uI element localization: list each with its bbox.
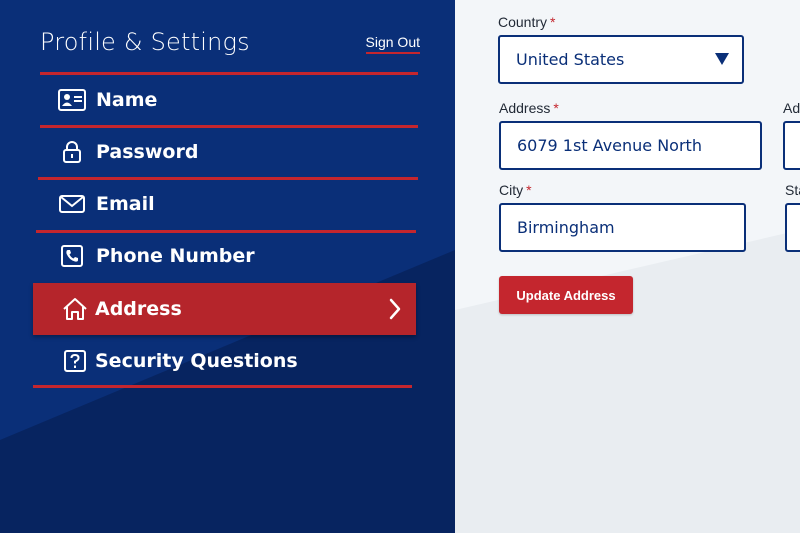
- sidebar-item-password[interactable]: Password: [40, 125, 420, 178]
- menu-divider: [40, 125, 418, 128]
- sidebar-item-email[interactable]: Email: [38, 177, 420, 230]
- sidebar-item-label: Password: [96, 141, 199, 163]
- menu-divider: [38, 177, 418, 180]
- city-label-text: City: [499, 182, 524, 198]
- sign-out-link[interactable]: Sign Out: [365, 34, 420, 54]
- city-label: City *: [499, 182, 532, 198]
- sidebar-item-security-questions[interactable]: Security Questions: [33, 335, 413, 388]
- chevron-right-icon: [389, 298, 401, 320]
- city-input[interactable]: Birmingham: [499, 203, 746, 252]
- address-line-2-input[interactable]: [783, 121, 800, 170]
- address-value: 6079 1st Avenue North: [517, 136, 702, 155]
- page-title: Profile & Settings: [40, 28, 250, 56]
- country-select[interactable]: United States: [498, 35, 744, 84]
- menu-divider: [33, 385, 412, 388]
- address-line-2-label: Add: [783, 100, 800, 116]
- sidebar-item-label: Security Questions: [95, 350, 298, 372]
- question-icon: [61, 347, 89, 375]
- address-form: Country * United States Address * 6079 1st…: [455, 0, 800, 533]
- menu-divider: [40, 72, 418, 75]
- dropdown-triangle-icon: [715, 53, 729, 65]
- state-select[interactable]: [785, 203, 800, 252]
- sidebar-item-label: Name: [96, 89, 158, 111]
- sidebar-item-address[interactable]: Address: [33, 283, 416, 335]
- required-mark: *: [553, 100, 559, 116]
- required-mark: *: [526, 182, 532, 198]
- sidebar: Profile & Settings Sign Out Name Passwor…: [0, 0, 455, 533]
- address-input[interactable]: 6079 1st Avenue North: [499, 121, 762, 170]
- sidebar-item-label: Phone Number: [96, 245, 255, 267]
- sidebar-item-label: Email: [96, 193, 155, 215]
- city-value: Birmingham: [517, 218, 615, 237]
- sidebar-item-phone-number[interactable]: Phone Number: [36, 230, 418, 282]
- country-label: Country *: [498, 14, 555, 30]
- home-icon: [61, 295, 89, 323]
- required-mark: *: [550, 14, 556, 30]
- lock-icon: [58, 138, 86, 166]
- phone-icon: [58, 242, 86, 270]
- country-label-text: Country: [498, 14, 548, 30]
- state-label: Sta: [785, 182, 800, 198]
- envelope-icon: [58, 190, 86, 218]
- address-label: Address *: [499, 100, 559, 116]
- sidebar-item-name[interactable]: Name: [40, 72, 420, 126]
- update-address-button[interactable]: Update Address: [499, 276, 633, 314]
- country-value: United States: [516, 50, 625, 69]
- sidebar-item-label: Address: [95, 298, 182, 320]
- menu-divider: [36, 230, 416, 233]
- id-card-icon: [58, 86, 86, 114]
- address-label-text: Address: [499, 100, 551, 116]
- sidebar-header: Profile & Settings Sign Out: [40, 28, 420, 68]
